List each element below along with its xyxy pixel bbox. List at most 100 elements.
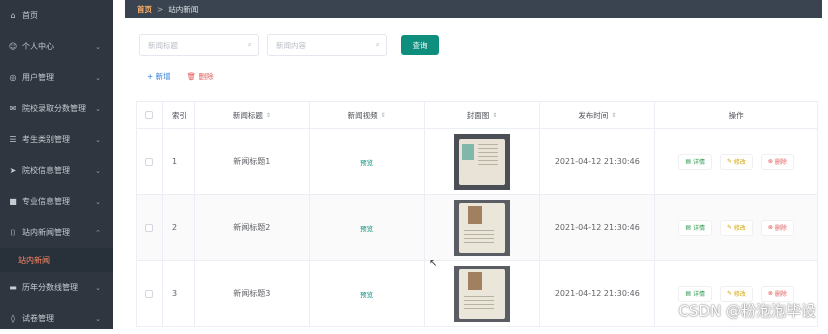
header-cover[interactable]: 封面图⇕ [425, 102, 541, 129]
sidebar-item-send[interactable]: ➤ 院校信息管理 ⌄ [0, 155, 113, 186]
cell-title: 新闻标题2 [195, 195, 310, 261]
mouse-cursor-icon: ↖ [429, 258, 437, 269]
cell-ops: ▤ 详情 ✎ 修改 ⊗ 删除 [655, 129, 818, 195]
sidebar-item-label: 院校录取分数管理 [22, 103, 86, 114]
sort-icon[interactable]: ⇕ [611, 112, 616, 119]
edit-button[interactable]: ✎ 修改 [720, 154, 753, 170]
sidebar-item-paper[interactable]: ◊ 试卷管理 ⌄ [0, 303, 113, 334]
chevron-down-icon: ⌄ [95, 74, 101, 82]
cell-ops: ▤ 详情 ✎ 修改 ⊗ 删除 [655, 195, 818, 261]
news-icon: ⌷ [8, 228, 18, 238]
title-search-field[interactable]: ⌕ [139, 34, 259, 56]
delete-button[interactable]: ⊗ 删除 [761, 220, 794, 236]
search-icon: ⌕ [376, 40, 380, 50]
main-content: ⌕ ⌕ 查询 + 新增 🗑︎ 删除 索引 新闻标题⇕ 新闻视频⇕ 封面图⇕ 发布… [125, 18, 828, 329]
sidebar-item-chart[interactable]: ▬ 历年分数线管理 ⌄ [0, 272, 113, 303]
edit-button[interactable]: ✎ 修改 [720, 220, 753, 236]
sidebar-item-label: 考生类别管理 [22, 134, 70, 145]
sidebar-item-news[interactable]: ⌷ 站内新闻管理 ⌃ [0, 217, 113, 248]
content-search-field[interactable]: ⌕ [267, 34, 387, 56]
detail-button[interactable]: ▤ 详情 [678, 154, 712, 170]
table-row: 2 新闻标题2 预览 2021-04-12 21:30:46 ▤ 详情 ✎ 修改… [137, 195, 818, 261]
table-header-row: 索引 新闻标题⇕ 新闻视频⇕ 封面图⇕ 发布时间⇕ 操作 [137, 102, 818, 129]
sidebar-item-filter[interactable]: ☰ 考生类别管理 ⌄ [0, 124, 113, 155]
batch-delete-button[interactable]: 🗑︎ 删除 [187, 71, 214, 82]
sort-icon[interactable]: ⇕ [266, 112, 271, 119]
cell-time: 2021-04-12 21:30:46 [540, 195, 655, 261]
chevron-down-icon: ⌄ [95, 136, 101, 144]
chart-icon: ▬ [8, 283, 18, 292]
sidebar-subitem-news[interactable]: 站内新闻 [0, 248, 113, 272]
pencil-icon: ✎ [727, 290, 734, 297]
chevron-down-icon: ⌄ [95, 198, 101, 206]
cover-image[interactable] [454, 134, 510, 190]
sidebar-item-home[interactable]: ⌂ 首页 [0, 0, 113, 31]
sidebar-item-label: 历年分数线管理 [22, 282, 78, 293]
header-time[interactable]: 发布时间⇕ [540, 102, 655, 129]
table-row: 1 新闻标题1 预览 2021-04-12 21:30:46 ▤ 详情 ✎ 修改… [137, 129, 818, 195]
sidebar-item-mail[interactable]: ✉ 院校录取分数管理 ⌄ [0, 93, 113, 124]
cover-image-card [459, 203, 505, 253]
row-checkbox[interactable] [145, 158, 153, 166]
add-button[interactable]: + 新增 [147, 71, 171, 82]
sidebar-item-label: 试卷管理 [22, 313, 54, 324]
cell-title: 新闻标题1 [195, 129, 310, 195]
breadcrumb: 首页 > 站内新闻 [125, 0, 822, 18]
header-video[interactable]: 新闻视频⇕ [310, 102, 425, 129]
cover-image[interactable] [454, 200, 510, 256]
row-checkbox-cell [137, 129, 163, 195]
delete-button-label: 删除 [775, 157, 787, 166]
header-index: 索引 [163, 102, 195, 129]
cover-image-photo [468, 206, 482, 224]
detail-button-label: 详情 [693, 289, 705, 298]
detail-button-label: 详情 [693, 157, 705, 166]
cover-image-photo [462, 144, 474, 160]
row-checkbox[interactable] [145, 290, 153, 298]
batch-delete-label: 删除 [199, 72, 214, 81]
delete-button[interactable]: ⊗ 删除 [761, 154, 794, 170]
video-preview-link[interactable]: 预览 [360, 289, 373, 299]
video-preview-link[interactable]: 预览 [360, 223, 373, 233]
query-button[interactable]: 查询 [401, 35, 439, 55]
row-checkbox-cell [137, 261, 163, 327]
title-search-input[interactable] [140, 35, 258, 55]
header-title[interactable]: 新闻标题⇕ [195, 102, 310, 129]
header-cover-label: 封面图 [467, 110, 490, 121]
chevron-down-icon: ⌄ [95, 167, 101, 175]
detail-button-label: 详情 [693, 223, 705, 232]
users-icon: ◎ [8, 73, 18, 82]
row-checkbox-cell [137, 195, 163, 261]
cover-image[interactable] [454, 266, 510, 322]
row-checkbox[interactable] [145, 224, 153, 232]
chevron-up-icon: ⌃ [95, 229, 101, 237]
cover-image-text-lines [478, 144, 498, 168]
header-video-label: 新闻视频 [348, 110, 378, 121]
delete-button-label: 删除 [775, 289, 787, 298]
chevron-down-icon: ⌄ [95, 43, 101, 51]
cell-time: 2021-04-12 21:30:46 [540, 129, 655, 195]
sidebar-item-label: 首页 [22, 10, 38, 21]
content-search-input[interactable] [268, 35, 386, 55]
breadcrumb-current: 站内新闻 [168, 4, 198, 15]
detail-button[interactable]: ▤ 详情 [678, 220, 712, 236]
user-icon: ☺ [8, 42, 18, 51]
video-preview-link[interactable]: 预览 [360, 157, 373, 167]
cell-cover [425, 195, 541, 261]
trash-icon: ⊗ [768, 158, 775, 165]
trash-icon: ⊗ [768, 224, 775, 231]
chevron-down-icon: ⌄ [95, 315, 101, 323]
sidebar-item-users[interactable]: ◎ 用户管理 ⌄ [0, 62, 113, 93]
sort-icon[interactable]: ⇕ [381, 112, 386, 119]
cover-image-card [459, 269, 505, 319]
doc-icon: ▤ [685, 290, 693, 297]
sidebar-item-delete[interactable]: ■ 专业信息管理 ⌄ [0, 186, 113, 217]
row-actions: ▤ 详情 ✎ 修改 ⊗ 删除 [678, 154, 794, 170]
breadcrumb-home[interactable]: 首页 [137, 4, 152, 15]
sidebar-item-label: 站内新闻管理 [22, 227, 70, 238]
cover-image-text-lines [464, 230, 494, 244]
cell-index: 3 [163, 261, 195, 327]
select-all-checkbox[interactable] [145, 111, 153, 119]
pencil-icon: ✎ [727, 224, 734, 231]
sort-icon[interactable]: ⇕ [492, 112, 497, 119]
sidebar-item-user[interactable]: ☺ 个人中心 ⌄ [0, 31, 113, 62]
